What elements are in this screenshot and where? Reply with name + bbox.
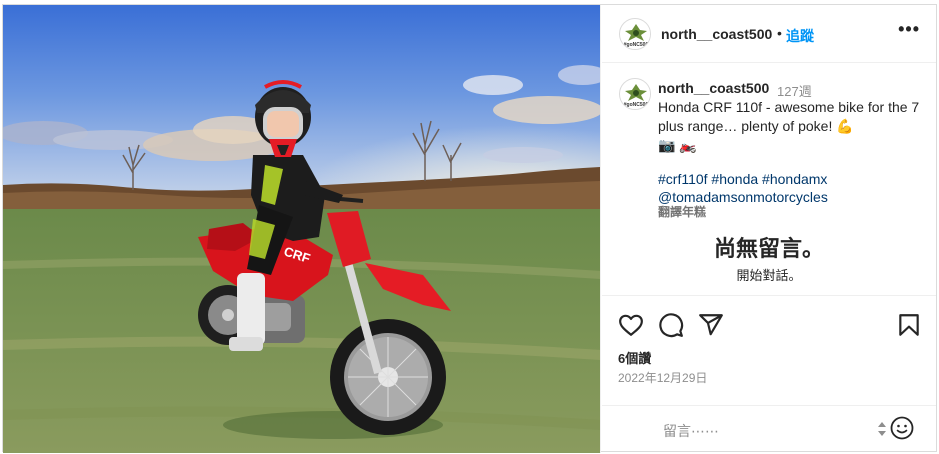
- caption-text: Honda CRF 110f - awesome bike for the 7 …: [658, 98, 920, 155]
- svg-text:#goNC500: #goNC500: [624, 42, 649, 48]
- heart-icon[interactable]: [618, 312, 644, 338]
- caption-emojis: 📷 🏍️: [658, 137, 697, 153]
- separator-dot: •: [777, 25, 782, 41]
- post-header: #goNC500 north__coast500 • 追蹤 •••: [602, 5, 936, 63]
- caption-username[interactable]: north__coast500: [658, 80, 769, 96]
- comment-input[interactable]: 留言⋯⋯: [663, 421, 719, 441]
- no-comments-title: 尚無留言。: [713, 236, 824, 261]
- likes-count[interactable]: 6個讚: [618, 348, 651, 367]
- caption-body: Honda CRF 110f - awesome bike for the 7 …: [658, 99, 920, 134]
- caption-avatar[interactable]: #goNC500: [619, 78, 651, 110]
- emoji-icon[interactable]: [890, 416, 914, 440]
- caption-tags: #crf110f #honda #hondamx @tomadamsonmoto…: [658, 170, 920, 206]
- post-dialog: CRF #goNC500 north__coast500 • 追蹤 ••• #g…: [2, 4, 937, 453]
- svg-text:#goNC500: #goNC500: [624, 102, 649, 108]
- comment-bar: 留言⋯⋯: [602, 405, 936, 453]
- avatar[interactable]: #goNC500: [619, 18, 651, 50]
- post-photo[interactable]: CRF: [3, 5, 601, 453]
- header-username[interactable]: north__coast500: [661, 26, 772, 42]
- bookmark-icon[interactable]: [896, 312, 922, 338]
- translate-link[interactable]: 翻譯年糕: [658, 203, 706, 220]
- avatar-logo-icon: #goNC500: [621, 80, 650, 109]
- post-side-panel: #goNC500 north__coast500 • 追蹤 ••• #goNC5…: [602, 5, 936, 453]
- follow-button[interactable]: 追蹤: [786, 26, 814, 46]
- action-bar: 6個讚 2022年12月29日: [602, 295, 936, 415]
- hashtags-link[interactable]: #crf110f #honda #hondamx: [658, 170, 920, 188]
- avatar-logo-icon: #goNC500: [621, 20, 650, 49]
- more-options-icon[interactable]: •••: [898, 19, 920, 40]
- post-date[interactable]: 2022年12月29日: [618, 369, 707, 386]
- dirt-bike-photo: CRF: [3, 5, 600, 453]
- start-conversation-text: 開始對話。: [736, 268, 802, 283]
- sort-arrows-icon[interactable]: [877, 419, 887, 439]
- send-icon[interactable]: [698, 312, 724, 338]
- comment-icon[interactable]: [658, 312, 684, 338]
